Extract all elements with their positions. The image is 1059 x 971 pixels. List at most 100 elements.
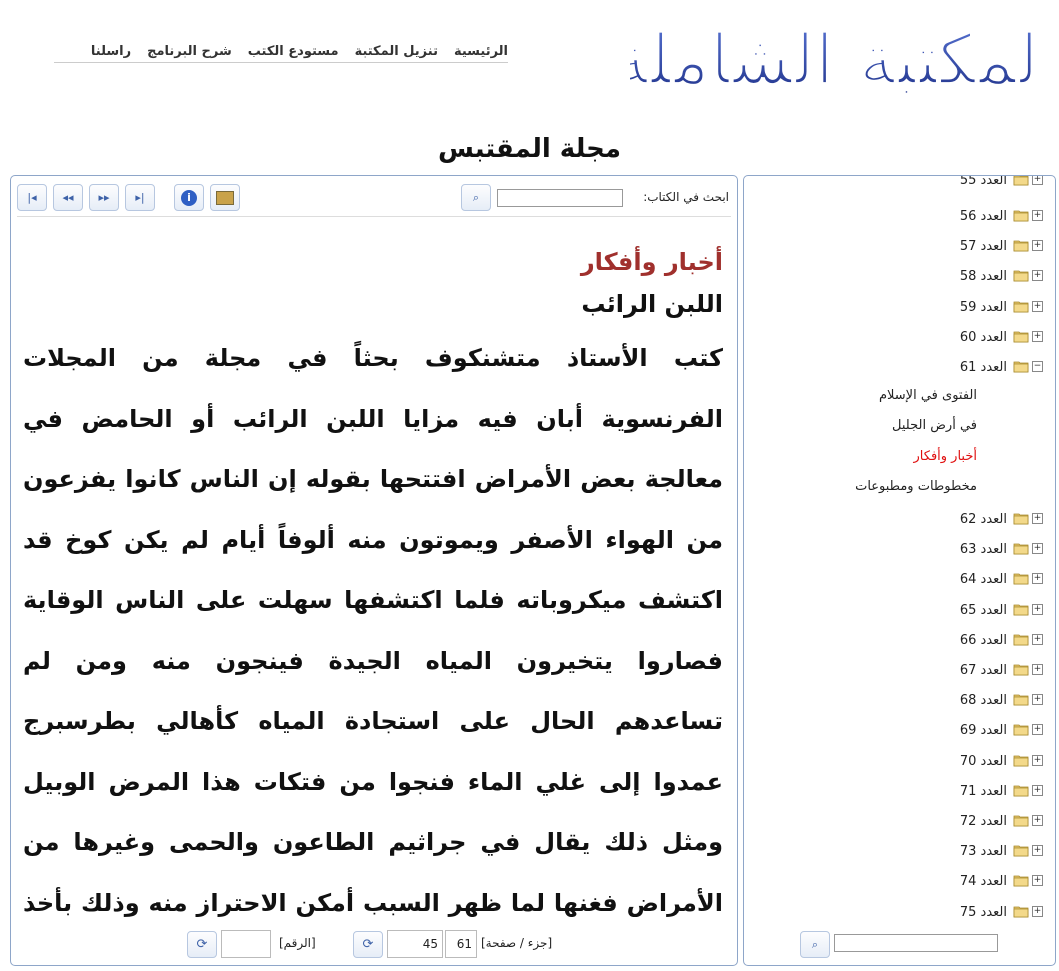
info-button[interactable]: i (174, 184, 204, 211)
tree-item[interactable]: + العدد 68 (744, 690, 1055, 712)
book-search-button[interactable]: ⌕ (461, 184, 491, 211)
tree-sub-item[interactable]: أخبار وأفكار (914, 449, 977, 464)
expand-icon[interactable]: + (1032, 270, 1043, 282)
tree-item[interactable]: − العدد 61 (744, 357, 1055, 379)
expand-icon[interactable]: + (1032, 543, 1043, 555)
expand-icon[interactable]: + (1032, 664, 1043, 675)
tree-item[interactable]: + العدد 71 (744, 781, 1055, 803)
expand-icon[interactable]: + (1032, 875, 1043, 887)
nav-contact[interactable]: راسلنا (91, 44, 131, 62)
tree-item[interactable]: + العدد 73 (744, 841, 1055, 863)
folder-icon (1013, 842, 1029, 857)
tree-item[interactable]: + العدد 72 (744, 811, 1055, 833)
logo-text: المكتبة الشاملة (630, 18, 1040, 101)
tree-sub-item[interactable]: الفتوى في الإسلام (879, 388, 977, 403)
page-input[interactable]: 45 (387, 930, 443, 958)
tree-item-label: العدد 65 (959, 602, 1007, 618)
part-input[interactable]: 61 (445, 930, 477, 958)
expand-icon[interactable]: + (1032, 240, 1043, 252)
expand-icon[interactable]: + (1032, 633, 1043, 645)
tree-item[interactable]: + العدد 74 (744, 871, 1055, 893)
expand-icon[interactable]: + (1032, 754, 1043, 766)
collapse-icon[interactable]: − (1032, 361, 1043, 372)
tree-sub-item[interactable]: في أرض الجليل (892, 418, 977, 433)
tree-search-button[interactable]: ⌕ (800, 931, 830, 958)
tree-item-label: العدد 62 (959, 512, 1007, 527)
first-page-button[interactable]: |◂ (17, 184, 47, 211)
expand-icon[interactable]: + (1032, 176, 1043, 185)
search-icon: ⌕ (472, 190, 480, 204)
folder-icon (1013, 298, 1029, 312)
folder-icon (1013, 540, 1029, 555)
site-logo[interactable]: المكتبة الشاملة (611, 2, 1059, 120)
tree-search-input[interactable] (834, 934, 998, 952)
nav-books-repository[interactable]: مستودع الكتب (248, 44, 339, 62)
tree-item-label: العدد 75 (959, 904, 1007, 920)
content-panel: |◂ ◂◂ ▸▸ ▸| i ⌕ ابحث في الكتاب: أخبار وأ… (10, 175, 738, 966)
toolbar-divider (17, 216, 731, 217)
tree-item[interactable]: + العدد 59 (744, 297, 1055, 319)
expand-icon[interactable]: + (1032, 845, 1043, 857)
tree-item[interactable]: + العدد 66 (744, 630, 1055, 652)
tree-item[interactable]: + العدد 65 (744, 600, 1055, 622)
tree-item-label: العدد 60 (959, 329, 1007, 345)
tree-item[interactable]: + العدد 56 (744, 206, 1055, 228)
tree-item-label: العدد 61 (959, 360, 1007, 375)
tree-item-label: العدد 69 (959, 723, 1007, 739)
last-page-button[interactable]: ▸| (125, 184, 155, 211)
article-title: اللبن الرائب (581, 290, 723, 318)
tree-item[interactable]: + العدد 64 (744, 569, 1055, 591)
folder-icon (1013, 812, 1029, 827)
tree-item-label: العدد 70 (959, 753, 1007, 769)
folder-icon (1013, 328, 1029, 343)
tree-item-label: العدد 63 (959, 542, 1007, 558)
folder-icon (1013, 176, 1029, 186)
part-page-label: [جزء / صفحة] (481, 936, 553, 950)
expand-icon[interactable]: + (1032, 573, 1043, 585)
go-number-button[interactable]: ⟳ (187, 931, 217, 958)
next-page-button[interactable]: ▸▸ (89, 184, 119, 211)
top-nav: الرئيسية تنزيل المكتبة مستودع الكتب شرح … (54, 44, 508, 63)
tree-item[interactable]: + العدد 69 (744, 720, 1055, 742)
tree-item-label: العدد 74 (959, 874, 1007, 890)
nav-program-guide[interactable]: شرح البرنامج (147, 44, 232, 62)
number-input[interactable] (221, 930, 271, 958)
tree-item[interactable]: + العدد 70 (744, 751, 1055, 773)
last-page-icon: ▸| (135, 191, 145, 204)
tree-item[interactable]: + العدد 57 (744, 236, 1055, 258)
first-page-icon: |◂ (27, 191, 37, 204)
expand-icon[interactable]: + (1032, 330, 1043, 342)
tree-item-label: العدد 56 (959, 209, 1007, 224)
expand-icon[interactable]: + (1032, 300, 1043, 312)
search-icon: ⌕ (811, 937, 819, 951)
expand-icon[interactable]: + (1032, 603, 1043, 615)
nav-home[interactable]: الرئيسية (454, 44, 508, 62)
prev-page-button[interactable]: ◂◂ (53, 184, 83, 211)
expand-icon[interactable]: + (1032, 905, 1043, 917)
nav-download[interactable]: تنزيل المكتبة (355, 44, 438, 62)
expand-icon[interactable]: + (1032, 784, 1043, 796)
folder-icon (1013, 510, 1029, 525)
tree-sub-item[interactable]: مخطوطات ومطبوعات (855, 479, 977, 494)
print-button[interactable] (210, 184, 240, 211)
tree-item[interactable]: + العدد 55 (744, 176, 1055, 192)
article-body: كتب الأستاذ متشنكوف بحثاً في مجلة من الم… (23, 344, 723, 917)
go-page-button[interactable]: ⟳ (353, 931, 383, 958)
tree-item[interactable]: + العدد 75 (744, 902, 1055, 924)
folder-icon (1013, 570, 1029, 585)
tree-item[interactable]: + العدد 60 (744, 327, 1055, 349)
tree-item-label: العدد 64 (959, 572, 1007, 588)
tree-item-label: العدد 72 (959, 814, 1007, 829)
tree-item[interactable]: + العدد 62 (744, 509, 1055, 531)
expand-icon[interactable]: + (1032, 513, 1043, 524)
refresh-icon: ⟳ (196, 937, 208, 952)
tree-item[interactable]: + العدد 63 (744, 539, 1055, 561)
tree-item[interactable]: + العدد 67 (744, 660, 1055, 682)
tree-item-label: العدد 59 (959, 299, 1007, 315)
tree-item[interactable]: + العدد 58 (744, 266, 1055, 288)
expand-icon[interactable]: + (1032, 694, 1043, 706)
book-search-input[interactable] (497, 189, 623, 207)
expand-icon[interactable]: + (1032, 724, 1043, 736)
expand-icon[interactable]: + (1032, 210, 1043, 221)
expand-icon[interactable]: + (1032, 815, 1043, 826)
